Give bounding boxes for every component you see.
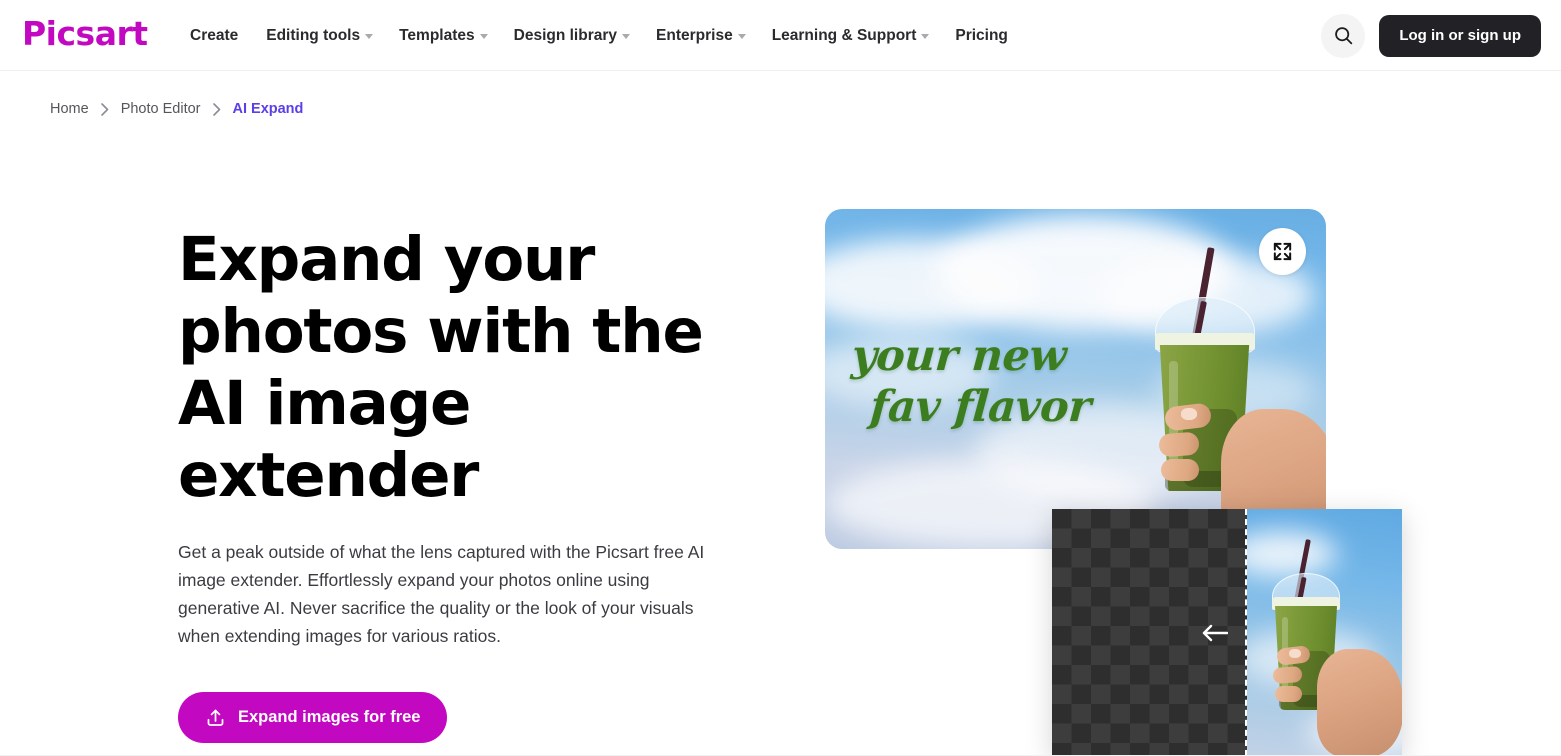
nav-item-label: Editing tools: [266, 26, 361, 44]
breadcrumb-item-home[interactable]: Home: [50, 101, 89, 117]
nav-item-label: Pricing: [955, 26, 1008, 44]
search-icon: [1335, 27, 1353, 45]
chevron-down-icon: [479, 34, 488, 39]
expand-button[interactable]: [1259, 228, 1306, 275]
nav-item-label: Templates: [399, 26, 475, 44]
nav-item-label: Design library: [513, 26, 618, 44]
hero-description: Get a peak outside of what the lens capt…: [178, 542, 705, 646]
chevron-down-icon: [622, 34, 631, 39]
nav-item-design-library[interactable]: Design library: [514, 27, 643, 45]
expand-arrows-icon: [1273, 242, 1292, 261]
cta-label: Expand images for free: [238, 708, 421, 726]
main-navigation: Create Editing tools Templates Design li…: [190, 0, 1034, 71]
page-title: Expand your photos with the AI image ext…: [178, 224, 704, 511]
nav-item-learning-support[interactable]: Learning & Support: [772, 27, 943, 45]
hero-image-card[interactable]: your new fav flavor: [825, 209, 1326, 549]
login-signup-button[interactable]: Log in or sign up: [1379, 14, 1541, 57]
hero-overlay-text-line1: your new: [850, 331, 1068, 381]
breadcrumb: Home Photo Editor AI Expand: [50, 101, 303, 117]
nav-item-label: Enterprise: [656, 26, 733, 44]
nav-item-enterprise[interactable]: Enterprise: [656, 27, 759, 45]
site-header: Picsart Create Editing tools Templates D…: [0, 0, 1561, 71]
chevron-right-icon: [212, 102, 220, 116]
nav-item-templates[interactable]: Templates: [399, 27, 501, 45]
arrow-left-icon[interactable]: [1202, 624, 1228, 642]
expand-images-button[interactable]: Expand images for free: [178, 692, 448, 743]
hero-overlay-text: your new fav flavor: [846, 331, 1095, 433]
nav-item-create[interactable]: Create: [190, 27, 251, 45]
hero-overlay-text-line2: fav flavor: [868, 382, 1093, 432]
transparency-checkerboard: [1052, 509, 1247, 756]
nav-item-pricing[interactable]: Pricing: [955, 27, 1021, 45]
upload-icon: [207, 709, 224, 726]
header-actions: Log in or sign up: [1321, 0, 1541, 71]
original-photo-pane: [1247, 509, 1402, 756]
breadcrumb-item-ai-expand[interactable]: AI Expand: [233, 101, 304, 117]
chevron-down-icon: [921, 34, 930, 39]
chevron-down-icon: [365, 34, 374, 39]
breadcrumb-item-photo-editor[interactable]: Photo Editor: [121, 101, 201, 117]
nav-item-editing-tools[interactable]: Editing tools: [266, 27, 386, 45]
search-button[interactable]: [1321, 13, 1366, 58]
nav-item-label: Learning & Support: [771, 26, 917, 44]
hero-content: Expand your photos with the AI image ext…: [178, 224, 723, 743]
picsart-logo[interactable]: Picsart: [22, 17, 148, 50]
before-after-card[interactable]: [1052, 509, 1402, 756]
nav-item-label: Create: [190, 26, 239, 44]
chevron-down-icon: [737, 34, 746, 39]
chevron-right-icon: [100, 102, 108, 116]
